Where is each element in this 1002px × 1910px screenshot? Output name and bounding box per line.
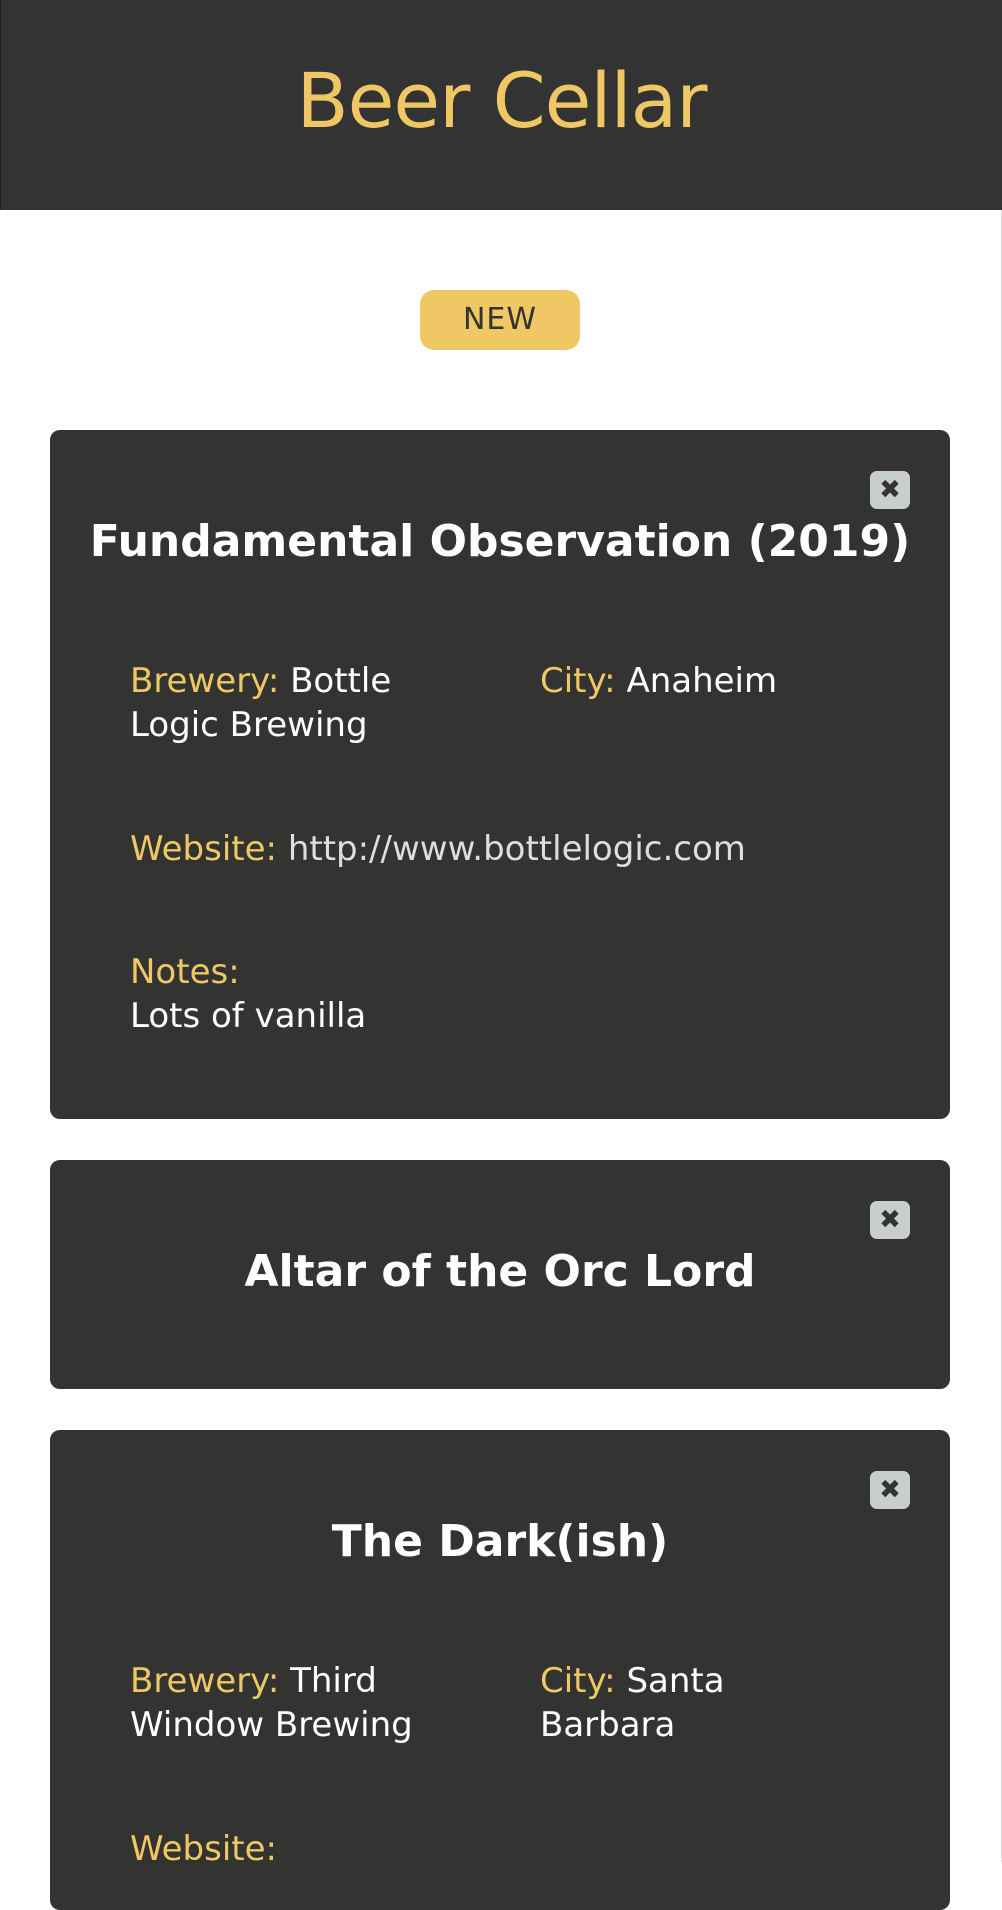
beer-card: ✖ Altar of the Orc Lord	[50, 1160, 950, 1389]
website-label: Website:	[130, 1829, 277, 1869]
city-field: City: Santa Barbara	[540, 1659, 870, 1747]
close-icon: ✖	[879, 475, 901, 505]
beer-card: ✖ The Dark(ish) Brewery: Third Window Br…	[50, 1430, 950, 1910]
brewery-field: Brewery: Third Window Brewing	[130, 1659, 460, 1747]
new-beer-button[interactable]: NEW	[420, 290, 580, 350]
brewery-label: Brewery:	[130, 1661, 280, 1701]
delete-beer-button[interactable]: ✖	[870, 471, 910, 509]
website-field: Website: http://www.bottlelogic.com	[130, 827, 910, 871]
city-field: City: Anaheim	[540, 659, 870, 703]
brewery-label: Brewery:	[130, 661, 280, 701]
beer-card: ✖ Fundamental Observation (2019) Brewery…	[50, 430, 950, 1119]
website-field: Website:	[130, 1827, 910, 1871]
city-label: City:	[540, 1661, 616, 1701]
close-icon: ✖	[879, 1205, 901, 1235]
website-label: Website:	[130, 829, 277, 869]
website-link[interactable]: http://www.bottlelogic.com	[288, 829, 746, 869]
app-header: Beer Cellar	[0, 0, 1002, 210]
delete-beer-button[interactable]: ✖	[870, 1201, 910, 1239]
beer-title: The Dark(ish)	[331, 1516, 669, 1567]
app-title: Beer Cellar	[296, 56, 708, 145]
city-value: Anaheim	[626, 661, 778, 701]
notes-value: Lots of vanilla	[130, 996, 367, 1036]
beer-title: Fundamental Observation (2019)	[89, 516, 911, 567]
notes-label: Notes:	[130, 952, 240, 992]
close-icon: ✖	[879, 1475, 901, 1505]
brewery-field: Brewery: Bottle Logic Brewing	[130, 659, 460, 747]
notes-field: Notes: Lots of vanilla	[130, 950, 910, 1038]
beer-title: Altar of the Orc Lord	[244, 1246, 756, 1297]
city-label: City:	[540, 661, 616, 701]
delete-beer-button[interactable]: ✖	[870, 1471, 910, 1509]
